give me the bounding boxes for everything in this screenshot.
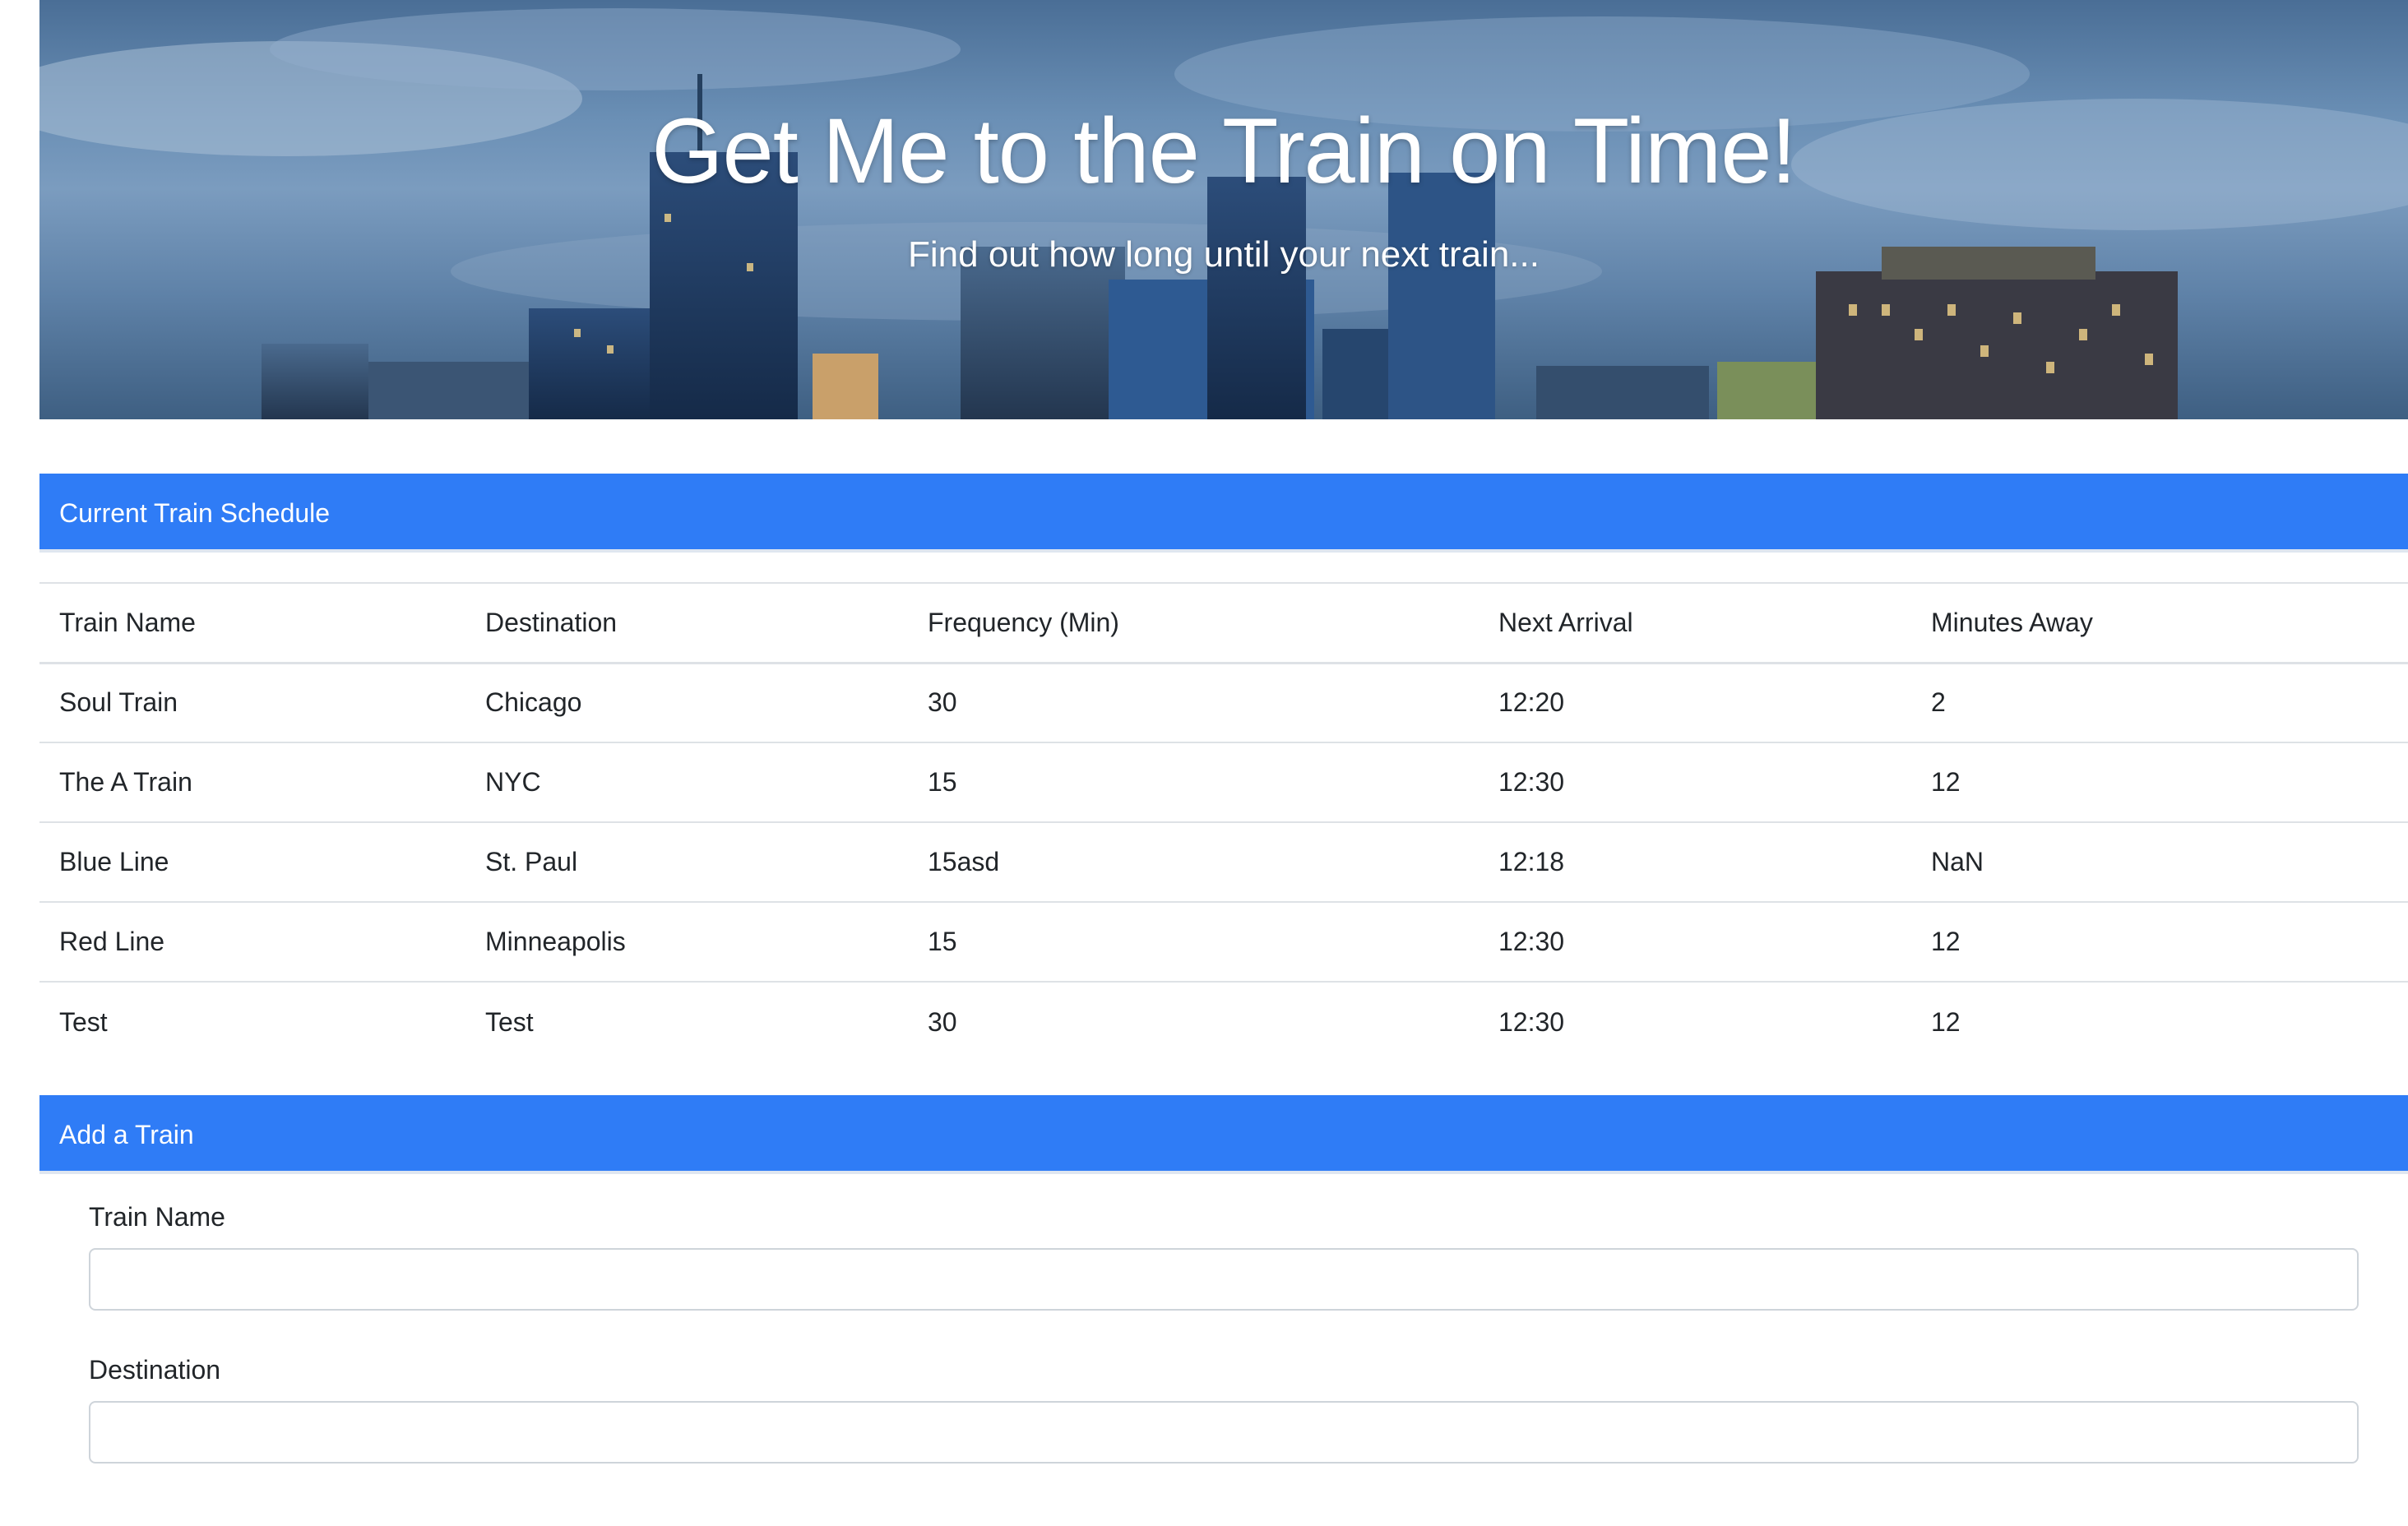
add-train-card-header: Add a Train <box>39 1095 2408 1174</box>
destination-input[interactable] <box>89 1401 2359 1464</box>
cell-destination: Minneapolis <box>465 901 908 982</box>
cell-destination: St. Paul <box>465 821 908 902</box>
table-row: Soul Train Chicago 30 12:20 2 <box>39 662 2408 742</box>
cell-frequency: 15 <box>908 901 1479 982</box>
train-schedule-table: Train Name Destination Frequency (Min) N… <box>39 582 2408 1061</box>
page-title: Get Me to the Train on Time! <box>651 99 1796 202</box>
cell-frequency: 30 <box>908 981 1479 1061</box>
cell-destination: NYC <box>465 742 908 822</box>
cell-minutes-away: NaN <box>1911 821 2408 902</box>
column-header-destination: Destination <box>465 582 908 664</box>
table-header-row: Train Name Destination Frequency (Min) N… <box>39 582 2408 664</box>
column-header-train-name: Train Name <box>39 582 465 664</box>
cell-minutes-away: 12 <box>1911 901 2408 982</box>
table-row: Red Line Minneapolis 15 12:30 12 <box>39 901 2408 982</box>
cell-train-name: Blue Line <box>39 821 465 902</box>
column-header-next-arrival: Next Arrival <box>1479 582 1911 664</box>
cell-minutes-away: 12 <box>1911 981 2408 1061</box>
table-row: Test Test 30 12:30 12 <box>39 981 2408 1061</box>
destination-label: Destination <box>89 1355 221 1385</box>
cell-train-name: The A Train <box>39 742 465 822</box>
cell-destination: Test <box>465 981 908 1061</box>
cell-train-name: Red Line <box>39 901 465 982</box>
page-subtitle: Find out how long until your next train.… <box>908 234 1540 275</box>
cell-frequency: 15asd <box>908 821 1479 902</box>
table-row: The A Train NYC 15 12:30 12 <box>39 742 2408 822</box>
add-train-form: Train Name Destination <box>89 1200 2359 1506</box>
cell-next-arrival: 12:30 <box>1479 742 1911 822</box>
column-header-frequency: Frequency (Min) <box>908 582 1479 664</box>
city-skyline-image <box>39 8 2408 419</box>
cell-next-arrival: 12:30 <box>1479 981 1911 1061</box>
cell-frequency: 30 <box>908 662 1479 742</box>
cell-frequency: 15 <box>908 742 1479 822</box>
train-name-input[interactable] <box>89 1248 2359 1311</box>
cell-next-arrival: 12:20 <box>1479 662 1911 742</box>
hero-banner: Get Me to the Train on Time! Find out ho… <box>39 0 2408 419</box>
schedule-card-header: Current Train Schedule <box>39 474 2408 553</box>
column-header-minutes-away: Minutes Away <box>1911 582 2408 664</box>
cell-minutes-away: 12 <box>1911 742 2408 822</box>
cell-minutes-away: 2 <box>1911 662 2408 742</box>
page: Get Me to the Train on Time! Find out ho… <box>39 0 2408 1526</box>
cell-next-arrival: 12:18 <box>1479 821 1911 902</box>
schedule-table-wrapper: Train Name Destination Frequency (Min) N… <box>39 582 2408 1061</box>
cell-train-name: Soul Train <box>39 662 465 742</box>
cell-destination: Chicago <box>465 662 908 742</box>
cell-train-name: Test <box>39 981 465 1061</box>
train-name-label: Train Name <box>89 1202 225 1232</box>
cell-next-arrival: 12:30 <box>1479 901 1911 982</box>
table-row: Blue Line St. Paul 15asd 12:18 NaN <box>39 821 2408 902</box>
